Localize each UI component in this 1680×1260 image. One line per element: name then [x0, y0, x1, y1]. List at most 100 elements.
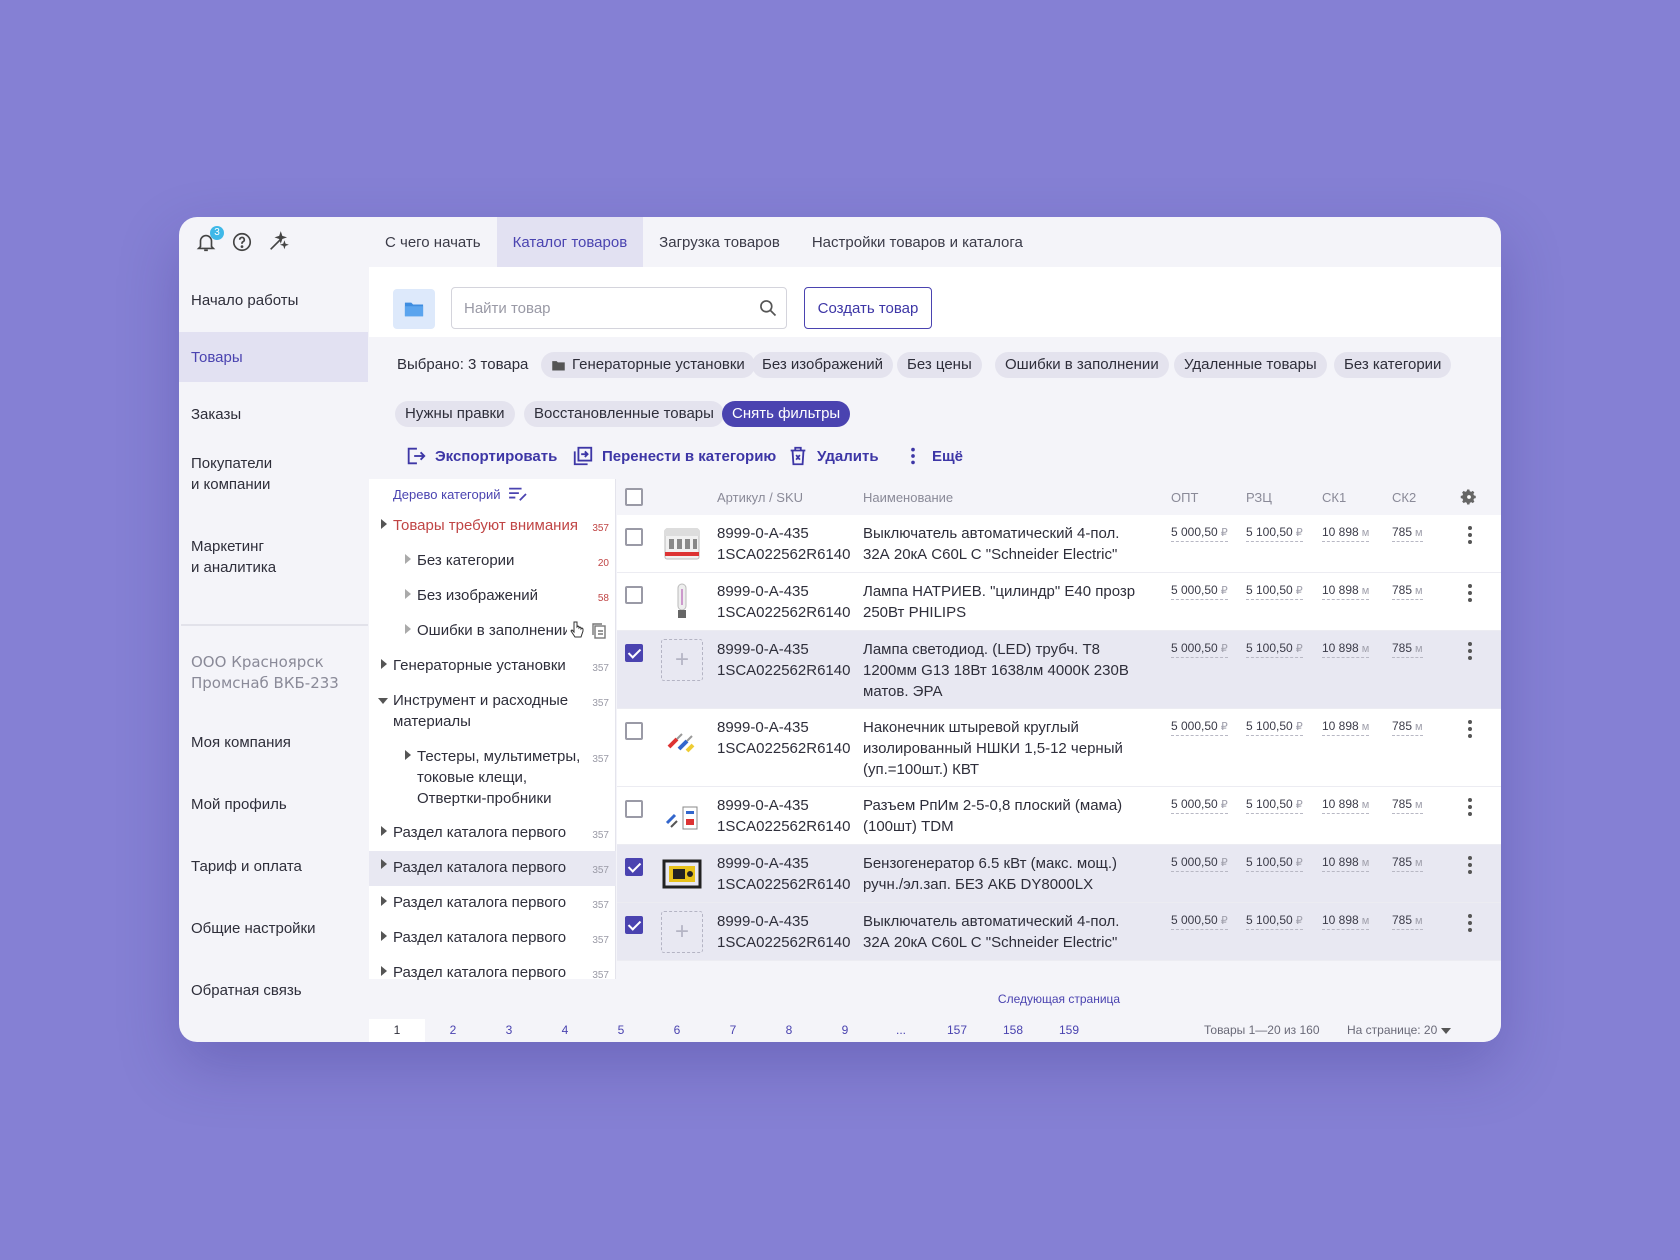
per-page-select[interactable]: На странице: 20 [1347, 1019, 1452, 1042]
filter-chip-no-images[interactable]: Без изображений [752, 352, 894, 378]
price-opt[interactable]: 5 000,50 ₽ [1171, 797, 1228, 814]
tree-node-testers[interactable]: Тестеры, мультиметры, токовые клещи, Отв… [369, 746, 616, 816]
stock-sk1[interactable]: 10 898 м [1322, 797, 1370, 814]
create-product-button[interactable]: Создать товар [804, 287, 932, 329]
search-icon[interactable] [758, 298, 778, 318]
stock-sk1[interactable]: 10 898 м [1322, 719, 1370, 736]
price-rzc[interactable]: 5 100,50 ₽ [1246, 641, 1303, 658]
price-rzc[interactable]: 5 100,50 ₽ [1246, 797, 1303, 814]
tab-settings[interactable]: Настройки товаров и каталога [796, 217, 1039, 267]
column-sk2[interactable]: СК2 [1392, 490, 1416, 505]
expand-arrow-icon[interactable] [381, 966, 387, 976]
column-sku[interactable]: Артикул / SKU [717, 490, 803, 505]
tab-catalog[interactable]: Каталог товаров [496, 217, 644, 267]
sidebar-item-my-profile[interactable]: Мой профиль [179, 789, 368, 819]
copy-icon[interactable] [591, 622, 607, 640]
expand-arrow-icon[interactable] [381, 896, 387, 906]
stock-sk2[interactable]: 785 м [1392, 797, 1423, 814]
row-name[interactable]: Наконечник штыревой круглый изолированны… [863, 717, 1141, 780]
page-9[interactable]: 9 [817, 1019, 873, 1042]
sidebar-item-customers[interactable]: Покупатели и компании [179, 449, 368, 499]
add-image-placeholder[interactable]: + [661, 639, 703, 681]
tree-node-section[interactable]: Раздел каталога первого 357 [369, 892, 616, 924]
row-checkbox[interactable] [625, 916, 643, 934]
table-row[interactable]: 8999-0-A-435 1SCA022562R6140 Наконечник … [617, 709, 1501, 787]
filter-chip-needs-edits[interactable]: Нужны правки [395, 401, 515, 427]
row-checkbox[interactable] [625, 800, 643, 818]
folder-button[interactable] [393, 289, 435, 329]
page-4[interactable]: 4 [537, 1019, 593, 1042]
expand-arrow-icon[interactable] [381, 519, 387, 529]
select-all-checkbox[interactable] [625, 488, 643, 506]
tab-getting-started[interactable]: С чего начать [369, 217, 497, 267]
filter-chip-restored[interactable]: Восстановленные товары [524, 401, 724, 427]
column-rzc[interactable]: РЗЦ [1246, 490, 1272, 505]
gear-icon[interactable] [1460, 488, 1478, 506]
table-row[interactable]: 8999-0-A-435 1SCA022562R6140 Бензогенера… [617, 845, 1501, 903]
sidebar-item-feedback[interactable]: Обратная связь [179, 975, 368, 1005]
page-157[interactable]: 157 [929, 1019, 985, 1042]
export-button[interactable]: Экспортировать [405, 445, 557, 467]
tree-node-errors[interactable]: Ошибки в заполнении [369, 620, 616, 652]
expand-arrow-icon[interactable] [381, 659, 387, 669]
page-158[interactable]: 158 [985, 1019, 1041, 1042]
row-menu-icon[interactable] [1468, 526, 1472, 544]
page-6[interactable]: 6 [649, 1019, 705, 1042]
stock-sk1[interactable]: 10 898 м [1322, 913, 1370, 930]
stock-sk2[interactable]: 785 м [1392, 583, 1423, 600]
tree-node-section[interactable]: Раздел каталога первого 357 [369, 927, 616, 959]
more-button[interactable]: Ещё [902, 445, 963, 467]
collapse-arrow-icon[interactable] [378, 698, 388, 704]
expand-arrow-icon[interactable] [381, 826, 387, 836]
price-opt[interactable]: 5 000,50 ₽ [1171, 583, 1228, 600]
tree-node-no-category[interactable]: Без категории 20 [369, 550, 616, 582]
stock-sk2[interactable]: 785 м [1392, 641, 1423, 658]
stock-sk1[interactable]: 10 898 м [1322, 525, 1370, 542]
tree-node-attention[interactable]: Товары требуют внимания 357 [369, 515, 616, 547]
sidebar-item-products[interactable]: Товары [179, 332, 368, 382]
magic-wand-button[interactable] [265, 229, 291, 255]
stock-sk2[interactable]: 785 м [1392, 855, 1423, 872]
tree-node-tools[interactable]: Инструмент и расходные материалы 357 [369, 690, 616, 740]
stock-sk2[interactable]: 785 м [1392, 525, 1423, 542]
row-checkbox[interactable] [625, 722, 643, 740]
row-checkbox[interactable] [625, 858, 643, 876]
column-opt[interactable]: ОПТ [1171, 490, 1198, 505]
tree-node-no-images[interactable]: Без изображений 58 [369, 585, 616, 617]
delete-button[interactable]: Удалить [787, 445, 879, 467]
page-3[interactable]: 3 [481, 1019, 537, 1042]
notifications-button[interactable]: 3 [193, 226, 224, 255]
sidebar-item-orders[interactable]: Заказы [179, 394, 368, 434]
page-ellipsis[interactable]: ... [873, 1019, 929, 1042]
filter-chip-no-price[interactable]: Без цены [897, 352, 982, 378]
tree-node-generators[interactable]: Генераторные установки 357 [369, 655, 616, 687]
page-8[interactable]: 8 [761, 1019, 817, 1042]
price-rzc[interactable]: 5 100,50 ₽ [1246, 719, 1303, 736]
stock-sk2[interactable]: 785 м [1392, 913, 1423, 930]
stock-sk2[interactable]: 785 м [1392, 719, 1423, 736]
expand-arrow-icon[interactable] [405, 750, 411, 760]
row-checkbox[interactable] [625, 644, 643, 662]
table-row[interactable]: + 8999-0-A-435 1SCA022562R6140 Выключате… [617, 903, 1501, 961]
tab-upload[interactable]: Загрузка товаров [643, 217, 796, 267]
clear-filters-button[interactable]: Снять фильтры [722, 401, 851, 427]
filter-chip-errors[interactable]: Ошибки в заполнении [995, 352, 1169, 378]
table-row[interactable]: + 8999-0-A-435 1SCA022562R6140 Лампа све… [617, 631, 1501, 709]
stock-sk1[interactable]: 10 898 м [1322, 583, 1370, 600]
filter-chip-deleted[interactable]: Удаленные товары [1174, 352, 1327, 378]
next-page-link[interactable]: Следующая страница [617, 979, 1501, 1019]
add-image-placeholder[interactable]: + [661, 911, 703, 953]
table-row[interactable]: 8999-0-A-435 1SCA022562R6140 Разъем РпИм… [617, 787, 1501, 845]
price-rzc[interactable]: 5 100,50 ₽ [1246, 855, 1303, 872]
price-rzc[interactable]: 5 100,50 ₽ [1246, 913, 1303, 930]
expand-arrow-icon[interactable] [405, 554, 411, 564]
page-2[interactable]: 2 [425, 1019, 481, 1042]
row-name[interactable]: Бензогенератор 6.5 кВт (макс. мощ.) ручн… [863, 853, 1141, 895]
price-opt[interactable]: 5 000,50 ₽ [1171, 525, 1228, 542]
price-opt[interactable]: 5 000,50 ₽ [1171, 855, 1228, 872]
expand-arrow-icon[interactable] [405, 589, 411, 599]
sidebar-item-tariff[interactable]: Тариф и оплата [179, 851, 368, 881]
tree-node-section[interactable]: Раздел каталога первого 357 [369, 962, 616, 981]
column-name[interactable]: Наименование [863, 490, 953, 505]
search-input[interactable] [452, 288, 742, 328]
